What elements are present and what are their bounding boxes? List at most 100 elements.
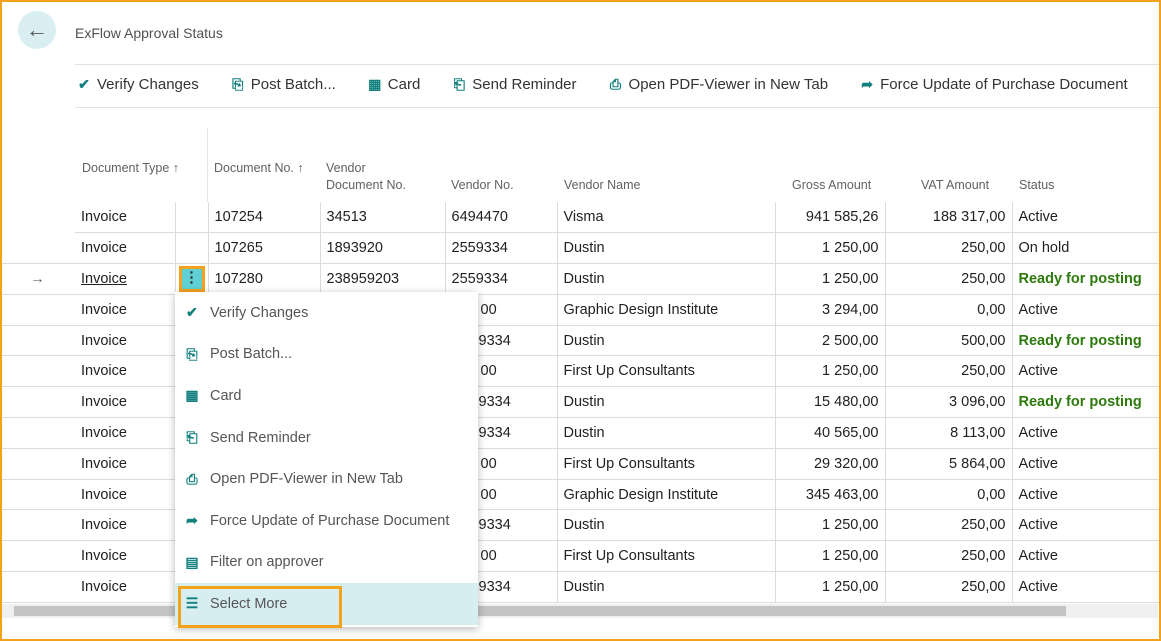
toolbar-card-button[interactable]: ▦ Card <box>366 76 420 93</box>
card-icon: ▦ <box>368 76 382 92</box>
menu-item-send-reminder[interactable]: ⎗ Send Reminder <box>175 417 478 459</box>
pdf-viewer-icon: ⎙ <box>609 76 622 92</box>
cell-document-type[interactable]: Invoice <box>75 232 176 265</box>
action-bar: ✔ Verify Changes ⎘ Post Batch... ▦ Card ⎗ Send … <box>75 76 1158 93</box>
cell-vendor-name: Dustin <box>557 509 776 542</box>
current-row-arrow-icon: → <box>30 270 45 287</box>
table-row[interactable]: Invoice 00 Graphic Design Institute 3 29… <box>0 294 1159 326</box>
row-indicator <box>0 540 75 573</box>
toolbar-pdf-viewer-button[interactable]: ⎙ Open PDF-Viewer in New Tab <box>607 76 828 93</box>
scrollbar-thumb[interactable] <box>14 606 1066 616</box>
cell-vat-amount: 250,00 <box>885 571 1013 603</box>
cell-document-no[interactable]: 107280 <box>208 263 321 295</box>
row-indicator: → <box>0 263 75 295</box>
cell-document-type[interactable]: Invoice <box>75 417 176 449</box>
table-row[interactable]: Invoice 9334 Dustin 40 565,00 8 113,00 A… <box>0 417 1159 449</box>
cell-document-no[interactable]: 107254 <box>208 202 321 234</box>
cell-gross-amount: 2 500,00 <box>775 325 886 357</box>
cell-status: Active <box>1012 540 1159 573</box>
menu-item-post-batch[interactable]: ⎘ Post Batch... <box>175 334 478 376</box>
table-row[interactable]: Invoice 9334 Dustin 15 480,00 3 096,00 R… <box>0 386 1159 419</box>
cell-vendor-name: Dustin <box>557 571 776 603</box>
menu-item-force-update[interactable]: ➦ Force Update of Purchase Document <box>175 500 478 542</box>
col-header-vendor-no[interactable]: Vendor No. <box>451 177 514 194</box>
cell-status: Active <box>1012 355 1159 388</box>
cell-status: Ready for posting <box>1012 386 1159 419</box>
cell-vat-amount: 500,00 <box>885 325 1013 357</box>
table-row[interactable]: Invoice 00 First Up Consultants 29 320,0… <box>0 448 1159 480</box>
cell-vat-amount: 188 317,00 <box>885 202 1013 234</box>
row-indicator <box>0 417 75 449</box>
row-indicator <box>0 571 75 603</box>
cell-document-no[interactable]: 107265 <box>208 232 321 265</box>
cell-document-type[interactable]: Invoice <box>75 571 176 603</box>
cell-document-type[interactable]: Invoice <box>75 202 176 234</box>
cell-vendor-name: Dustin <box>557 263 776 295</box>
cell-document-type[interactable]: Invoice <box>75 540 176 573</box>
cell-gross-amount: 345 463,00 <box>775 479 886 511</box>
cell-document-type[interactable]: Invoice <box>75 448 176 480</box>
cell-gross-amount: 1 250,00 <box>775 571 886 603</box>
cell-document-type[interactable]: Invoice <box>75 355 176 388</box>
cell-status: On hold <box>1012 232 1159 265</box>
toolbar-verify-button[interactable]: ✔ Verify Changes <box>75 76 199 93</box>
force-update-icon: ➦ <box>861 76 873 92</box>
cell-vendor-name: First Up Consultants <box>557 540 776 573</box>
cell-gross-amount: 40 565,00 <box>775 417 886 449</box>
table-row[interactable]: Invoice 107265 1893920 2559334 Dustin 1 … <box>0 232 1159 265</box>
cell-document-type[interactable]: Invoice <box>75 479 176 511</box>
table-row[interactable]: → Invoice ⋮ 107280 238959203 2559334 Dus… <box>0 263 1159 295</box>
cell-vendor-document-no: 34513 <box>320 202 446 234</box>
menu-item-select-more[interactable]: ☰ Select More <box>175 583 478 628</box>
row-indicator <box>0 202 75 233</box>
cell-document-type[interactable]: Invoice <box>75 386 176 419</box>
cell-gross-amount: 1 250,00 <box>775 540 886 573</box>
menu-item-verify[interactable]: ✔ Verify Changes <box>175 292 478 334</box>
cell-vat-amount: 0,00 <box>885 479 1013 511</box>
cell-vendor-no: 6494470 <box>445 202 558 234</box>
cell-status: Active <box>1012 448 1159 480</box>
cell-vendor-name: Graphic Design Institute <box>557 479 776 511</box>
back-button[interactable]: ← <box>18 11 56 49</box>
table-row[interactable]: Invoice 9334 Dustin 1 250,00 250,00 Acti… <box>0 509 1159 542</box>
cell-row-menu[interactable] <box>175 232 209 265</box>
menu-item-filter[interactable]: ▤ Filter on approver <box>175 542 478 584</box>
cell-vendor-name: First Up Consultants <box>557 448 776 480</box>
col-header-document-type[interactable]: Document Type ↑ <box>82 160 179 177</box>
cell-gross-amount: 1 250,00 <box>775 509 886 542</box>
table-row[interactable]: Invoice 9334 Dustin 1 250,00 250,00 Acti… <box>0 571 1159 603</box>
col-header-document-no[interactable]: Document No. ↑ <box>214 160 314 177</box>
cell-row-menu[interactable]: ⋮ <box>175 263 209 295</box>
table-row[interactable]: Invoice 9334 Dustin 2 500,00 500,00 Read… <box>0 325 1159 357</box>
col-header-vendor-name[interactable]: Vendor Name <box>564 177 640 194</box>
verify-icon: ✔ <box>78 76 90 92</box>
cell-row-menu[interactable] <box>175 202 209 234</box>
cell-status: Active <box>1012 479 1159 511</box>
table-row[interactable]: Invoice 00 First Up Consultants 1 250,00… <box>0 355 1159 388</box>
col-header-status[interactable]: Status <box>1019 177 1054 194</box>
menu-item-card[interactable]: ▦ Card <box>175 375 478 417</box>
cell-document-type[interactable]: Invoice <box>75 325 176 357</box>
row-indicator <box>0 325 75 357</box>
toolbar-post-batch-button[interactable]: ⎘ Post Batch... <box>229 76 336 93</box>
toolbar-force-update-button[interactable]: ➦ Force Update of Purchase Document <box>858 76 1128 93</box>
pdf-viewer-icon: ⎙ <box>186 470 198 487</box>
send-reminder-icon: ⎗ <box>453 76 465 92</box>
menu-item-pdf-viewer[interactable]: ⎙ Open PDF-Viewer in New Tab <box>175 458 478 500</box>
table-row[interactable]: Invoice 00 First Up Consultants 1 250,00… <box>0 540 1159 573</box>
cell-document-type[interactable]: Invoice <box>75 294 176 326</box>
col-header-vendor-document-no[interactable]: Vendor Document No. <box>326 160 426 194</box>
horizontal-scrollbar[interactable] <box>0 604 1158 618</box>
cell-vendor-no: 2559334 <box>445 263 558 295</box>
toolbar-send-reminder-button[interactable]: ⎗ Send Reminder <box>450 76 577 93</box>
cell-vendor-no: 2559334 <box>445 232 558 265</box>
col-header-vat-amount[interactable]: VAT Amount <box>921 177 989 194</box>
cell-document-type[interactable]: Invoice <box>75 263 176 295</box>
cell-document-type[interactable]: Invoice <box>75 509 176 542</box>
cell-gross-amount: 941 585,26 <box>775 202 886 234</box>
table-row[interactable]: Invoice 107254 34513 6494470 Visma 941 5… <box>0 202 1159 234</box>
row-actions-button[interactable]: ⋮ <box>178 265 205 292</box>
cell-status: Active <box>1012 202 1159 234</box>
table-row[interactable]: Invoice 00 Graphic Design Institute 345 … <box>0 479 1159 511</box>
col-header-gross-amount[interactable]: Gross Amount <box>792 177 871 194</box>
